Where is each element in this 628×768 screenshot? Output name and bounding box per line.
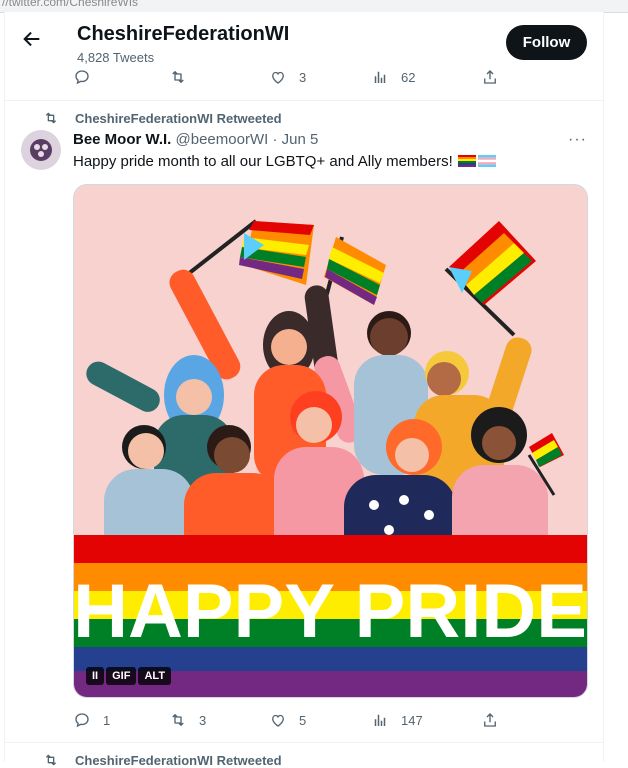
meta-separator: · [272, 131, 278, 148]
more-options-icon[interactable]: ··· [568, 131, 587, 149]
tweet-date[interactable]: Jun 5 [282, 131, 319, 148]
retweet-icon [172, 714, 184, 726]
views-icon [374, 714, 386, 726]
share-icon [484, 70, 496, 84]
heart-icon [272, 714, 284, 727]
like-count: 5 [299, 712, 307, 728]
follow-button[interactable]: Follow [506, 25, 587, 60]
reply-icon [75, 70, 89, 85]
views-count: 147 [401, 712, 423, 728]
previous-tweet-actions: 3 62 [73, 67, 503, 91]
gif-badge: GIF [106, 667, 137, 685]
tweet-count: 4,828 Tweets [77, 50, 155, 65]
like-count: 3 [299, 69, 307, 85]
profile-header: CheshireFederationWI 4,828 Tweets Follow [5, 12, 603, 65]
tweet-text: Happy pride month to all our LGBTQ+ and … [73, 153, 453, 170]
retweet-button[interactable]: 3 [169, 710, 206, 730]
back-arrow-icon[interactable] [21, 28, 43, 50]
retweet-icon [45, 112, 57, 124]
happy-pride-illustration: HAPPY PRIDE [74, 185, 587, 697]
views-count: 62 [401, 69, 416, 85]
bee-logo-icon [21, 130, 61, 170]
reply-icon [75, 713, 89, 728]
heart-icon [272, 71, 284, 84]
retweet-button[interactable] [169, 67, 199, 87]
address-text: //twitter.com/CheshireWIs [2, 0, 139, 9]
retweet-banner[interactable]: CheshireFederationWI Retweeted [43, 752, 282, 768]
share-button[interactable] [481, 67, 511, 87]
divider [5, 100, 603, 101]
divider [5, 742, 603, 743]
share-button[interactable] [481, 710, 511, 730]
retweet-icon [172, 71, 184, 83]
retweet-banner-text: CheshireFederationWI Retweeted [75, 110, 282, 126]
timeline-column: 3 62 CheshireFederationWI 4,828 Tweets F… [4, 12, 604, 768]
tweet-gif-media[interactable]: HAPPY PRIDE II GIF ALT [73, 184, 588, 698]
share-icon [484, 713, 496, 727]
banner-text: HAPPY PRIDE [74, 569, 587, 654]
views-icon [374, 71, 386, 83]
retweet-icon [45, 754, 57, 766]
pride-flag-emoji-icons [457, 155, 497, 167]
author-handle[interactable]: @beemoorWI [176, 131, 269, 148]
reply-button[interactable]: 1 [73, 710, 110, 730]
alt-text-button[interactable]: ALT [138, 667, 172, 685]
tweet-text-line: Happy pride month to all our LGBTQ+ and … [73, 153, 497, 170]
like-button[interactable]: 3 [269, 67, 306, 87]
retweet-banner[interactable]: CheshireFederationWI Retweeted [43, 110, 282, 126]
author-name[interactable]: Bee Moor W.I. [73, 131, 171, 148]
retweet-banner-text: CheshireFederationWI Retweeted [75, 752, 282, 768]
reply-button[interactable] [73, 67, 103, 87]
media-badges: II GIF ALT [86, 667, 172, 685]
like-button[interactable]: 5 [269, 710, 306, 730]
page-title: CheshireFederationWI [77, 23, 290, 45]
views-button[interactable]: 147 [371, 710, 423, 730]
tweet-author-line: Bee Moor W.I. @beemoorWI · Jun 5 [73, 131, 318, 148]
avatar[interactable] [21, 130, 61, 170]
views-button[interactable]: 62 [371, 67, 415, 87]
reply-count: 1 [103, 712, 111, 728]
retweet-count: 3 [199, 712, 207, 728]
tweet-actions: 1 3 5 147 [73, 710, 503, 734]
pause-button[interactable]: II [86, 667, 105, 685]
